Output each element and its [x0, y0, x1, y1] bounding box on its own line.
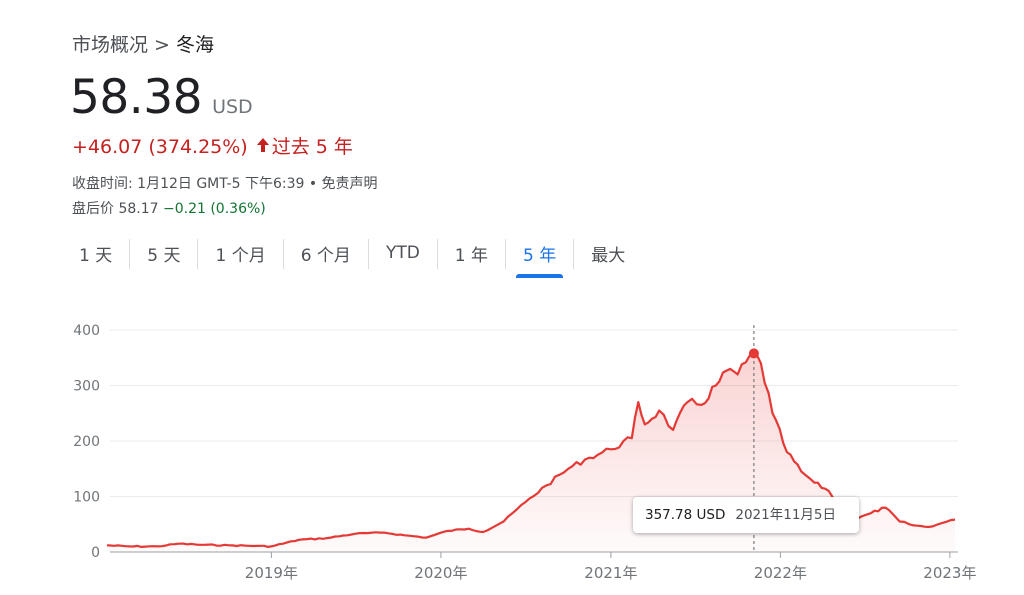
tab-6m[interactable]: 6 个月	[284, 235, 368, 274]
arrow-up-icon	[256, 137, 270, 158]
y-tick-label: 200	[73, 434, 100, 450]
tab-max[interactable]: 最大	[574, 235, 642, 274]
close-info: 收盘时间: 1月12日 GMT-5 下午6:39 • 免责声明	[72, 176, 378, 192]
y-tick-label: 0	[91, 545, 100, 561]
after-hours-info: 盘后价 58.17 −0.21 (0.36%)	[72, 198, 266, 218]
stock-price: 58.38	[70, 70, 203, 125]
x-tick-label: 2021年	[584, 564, 637, 582]
y-tick-label: 300	[73, 379, 100, 395]
currency-label: USD	[212, 96, 253, 118]
breadcrumb: 市场概况 > 冬海	[72, 30, 214, 57]
tab-1d[interactable]: 1 天	[62, 235, 129, 274]
price-change-value: +46.07 (374.25%)	[72, 136, 248, 158]
x-tick-label: 2022年	[754, 564, 807, 582]
hover-point	[748, 348, 759, 359]
after-hours-change: −0.21 (0.36%)	[162, 201, 266, 217]
after-hours-label: 盘后价 58.17	[72, 201, 159, 217]
tooltip-value: 357.78 USD	[645, 507, 726, 523]
price-chart[interactable]: 0 100 200 300 400 2019年 2020年 2021年 2022年 2023年	[0, 310, 1024, 595]
price-change: +46.07 (374.25%) 过去 5 年	[72, 132, 353, 159]
tab-1m[interactable]: 1 个月	[198, 235, 282, 274]
price-row: 58.38 USD	[70, 70, 253, 125]
x-tick-label: 2019年	[245, 564, 298, 582]
breadcrumb-parent-link[interactable]: 市场概况	[72, 34, 148, 56]
y-tick-label: 100	[73, 490, 100, 506]
breadcrumb-current: 冬海	[175, 34, 214, 56]
range-tabs: 1 天 5 天 1 个月 6 个月 YTD 1 年 5 年 最大	[62, 235, 642, 278]
x-tick-label: 2020年	[414, 564, 467, 582]
x-tick-label: 2023年	[923, 564, 976, 582]
tab-1y[interactable]: 1 年	[438, 235, 505, 274]
breadcrumb-separator: >	[154, 34, 170, 56]
y-tick-label: 400	[73, 323, 100, 339]
tab-5d[interactable]: 5 天	[130, 235, 197, 274]
tab-ytd[interactable]: YTD	[369, 237, 437, 271]
price-change-period: 过去 5 年	[271, 136, 353, 158]
tab-5y[interactable]: 5 年	[506, 235, 573, 278]
tooltip-date: 2021年11月5日	[735, 507, 836, 523]
chart-tooltip: 357.78 USD 2021年11月5日	[633, 497, 859, 533]
